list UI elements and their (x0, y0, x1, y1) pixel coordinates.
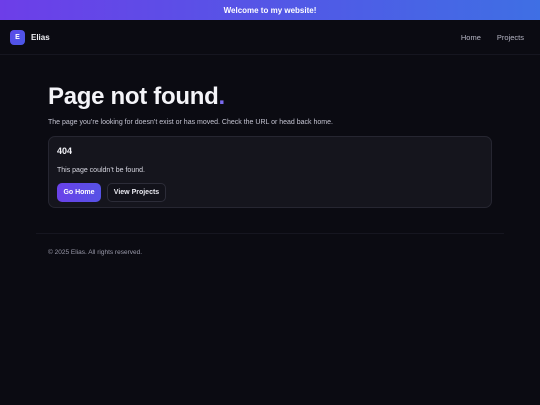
main-content: Page not found. The page you’re looking … (0, 55, 540, 208)
view-projects-button[interactable]: View Projects (107, 183, 166, 202)
title-accent-dot: . (218, 83, 225, 110)
nav-links: Home Projects (461, 33, 524, 42)
brand-name[interactable]: Elias (31, 33, 50, 42)
error-message: This page couldn’t be found. (57, 167, 145, 174)
top-navbar: E Elias Home Projects (0, 20, 540, 55)
brand[interactable]: E Elias (10, 29, 50, 45)
brand-logo[interactable]: E (10, 29, 25, 45)
footer: © 2025 Elias. All rights reserved. (0, 234, 540, 256)
page-subtitle: The page you’re looking for doesn’t exis… (48, 119, 333, 126)
nav-link-projects[interactable]: Projects (497, 33, 524, 42)
page-title: Page not found. (48, 83, 492, 111)
copyright-text: © 2025 Elias. All rights reserved. (48, 249, 143, 256)
nav-link-home[interactable]: Home (461, 33, 481, 42)
announcement-banner: Welcome to my website! (0, 0, 540, 20)
card-actions: Go Home View Projects (57, 183, 483, 202)
banner-text: Welcome to my website! (223, 5, 317, 15)
go-home-button[interactable]: Go Home (57, 183, 101, 202)
error-code: 404 (57, 146, 73, 156)
error-card: 404 This page couldn’t be found. Go Home… (48, 136, 492, 208)
page-title-text: Page not found (48, 83, 219, 110)
